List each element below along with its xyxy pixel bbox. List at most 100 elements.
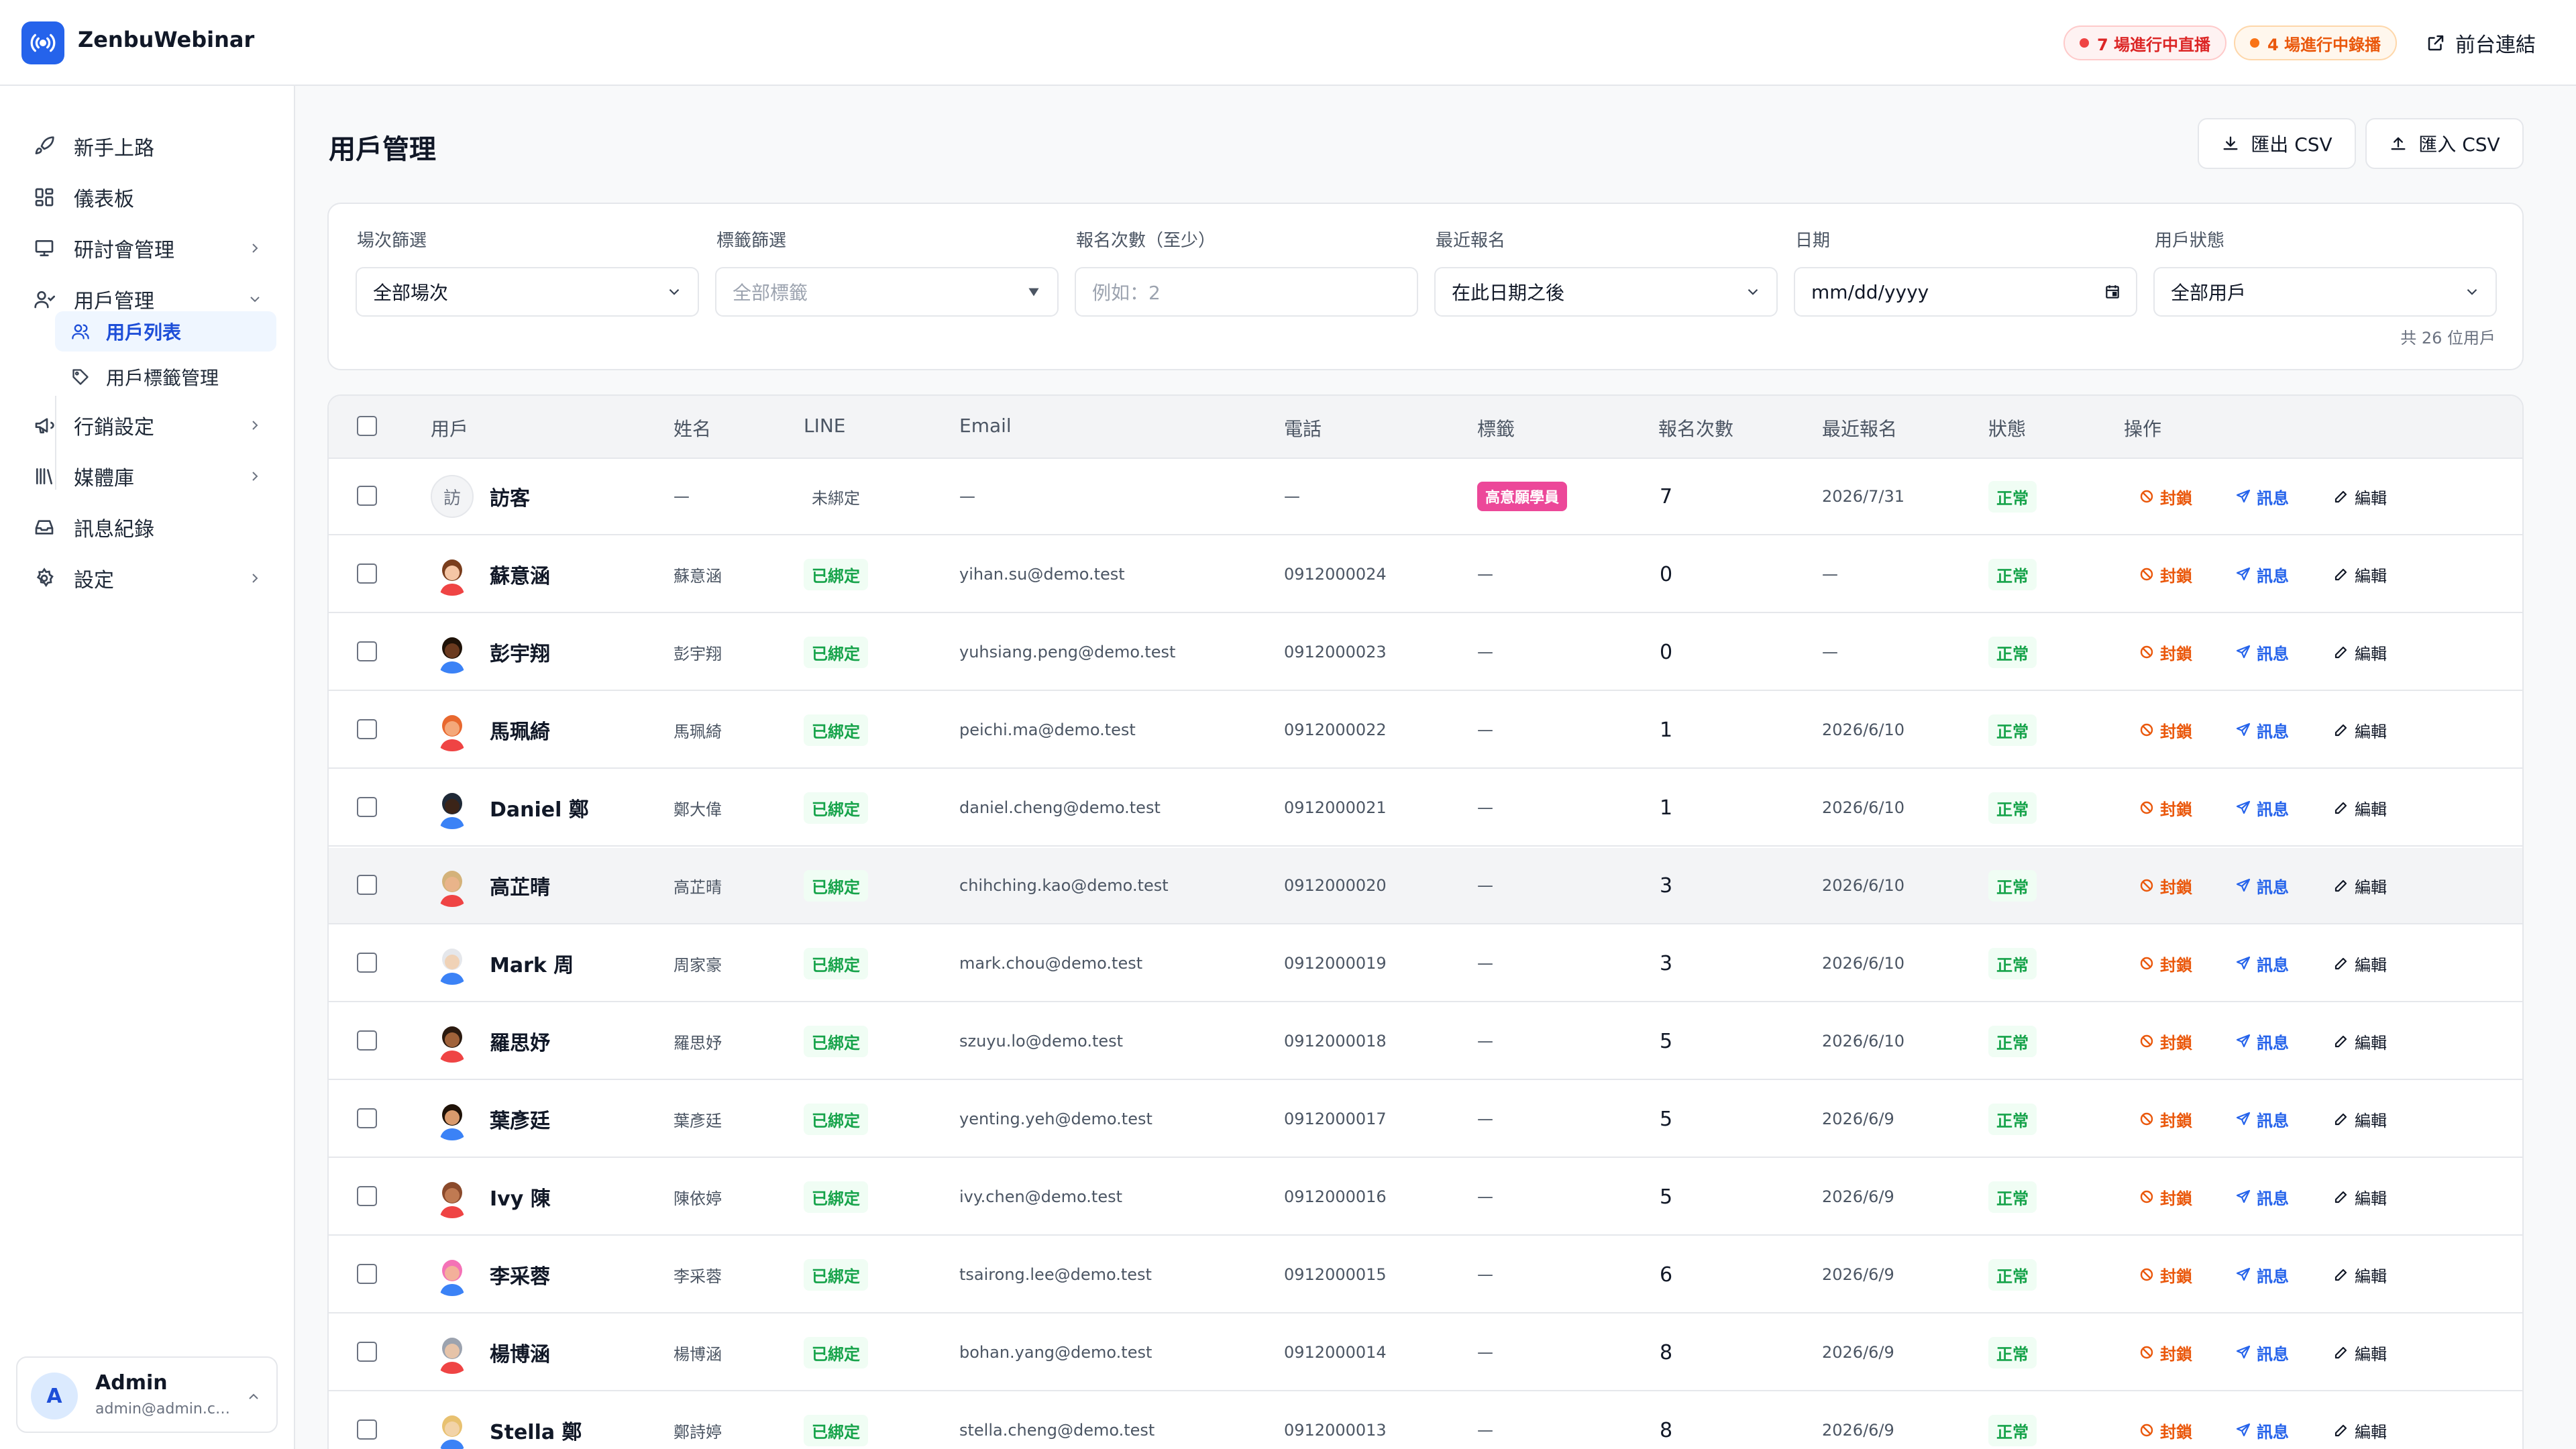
edit-button[interactable]: 編輯 [2333,926,2387,1001]
block-button[interactable]: 封鎖 [2139,1315,2192,1390]
row-checkbox[interactable] [357,486,377,506]
date-filter-input[interactable]: mm/dd/yyyy [1794,267,2137,317]
edit-button[interactable]: 編輯 [2333,537,2387,612]
front-site-link[interactable]: 前台連結 [2426,28,2536,58]
live-status-badge[interactable]: 7 場進行中直播 [2063,25,2227,60]
table-row[interactable]: 彭宇翔 彭宇翔 已綁定 yuhsiang.peng@demo.test 09120000… [329,614,2522,691]
edit-button[interactable]: 編輯 [2333,1315,2387,1390]
message-button[interactable]: 訊息 [2235,1393,2289,1449]
table-row[interactable]: 楊博涵 楊博涵 已綁定 bohan.yang@demo.test 0912000014 —… [329,1315,2522,1391]
recent-filter-select[interactable]: 在此日期之後 [1434,267,1778,317]
sidebar-item-webinars[interactable]: 研討會管理 [32,228,274,268]
row-checkbox[interactable] [357,1419,377,1440]
sidebar-item-dashboard[interactable]: 儀表板 [32,177,274,217]
row-checkbox[interactable] [357,1342,377,1362]
edit-button[interactable]: 編輯 [2333,692,2387,767]
message-button[interactable]: 訊息 [2235,692,2289,767]
app-name[interactable]: ZenbuWebinar [78,27,254,52]
sidebar-item-settings[interactable]: 設定 [32,558,274,598]
message-button[interactable]: 訊息 [2235,926,2289,1001]
user-display-name[interactable]: 楊博涵 [490,1315,550,1390]
count-filter-input[interactable]: 例如：2 [1075,267,1418,317]
edit-button[interactable]: 編輯 [2333,848,2387,923]
table-row[interactable]: Daniel 鄭 鄭大偉 已綁定 daniel.cheng@demo.test 0912… [329,770,2522,847]
block-button[interactable]: 封鎖 [2139,1081,2192,1157]
block-button[interactable]: 封鎖 [2139,1159,2192,1234]
row-checkbox[interactable] [357,641,377,661]
table-row[interactable]: 李采蓉 李采蓉 已綁定 tsairong.lee@demo.test 091200001… [329,1237,2522,1313]
sidebar-item-onboarding[interactable]: 新手上路 [32,126,274,166]
row-checkbox[interactable] [357,1030,377,1051]
table-row[interactable]: Ivy 陳 陳依婷 已綁定 ivy.chen@demo.test 0912000016 —… [329,1159,2522,1236]
user-display-name[interactable]: Stella 鄭 [490,1393,582,1449]
block-button[interactable]: 封鎖 [2139,459,2192,534]
sidebar-subitem-user-tags[interactable]: 用戶標籤管理 [55,357,276,397]
row-checkbox[interactable] [357,875,377,895]
user-display-name[interactable]: 羅思妤 [490,1004,550,1079]
user-display-name[interactable]: 彭宇翔 [490,614,550,690]
row-checkbox[interactable] [357,797,377,817]
table-row[interactable]: Mark 周 周家豪 已綁定 mark.chou@demo.test 091200001… [329,926,2522,1002]
sidebar-item-marketing[interactable]: 行銷設定 [32,405,274,445]
user-display-name[interactable]: 李采蓉 [490,1237,550,1312]
sidebar-subitem-user-list[interactable]: 用戶列表 [55,311,276,352]
account-menu[interactable]: A Admin admin@admin.co... [16,1356,278,1433]
row-checkbox[interactable] [357,719,377,739]
edit-button[interactable]: 編輯 [2333,1004,2387,1079]
table-row[interactable]: 高芷晴 高芷晴 已綁定 chihching.kao@demo.test 09120000… [329,848,2522,924]
block-button[interactable]: 封鎖 [2139,1393,2192,1449]
block-button[interactable]: 封鎖 [2139,537,2192,612]
user-display-name[interactable]: 訪客 [490,459,530,534]
user-display-name[interactable]: Mark 周 [490,926,574,1001]
row-checkbox[interactable] [357,953,377,973]
row-checkbox[interactable] [357,564,377,584]
block-button[interactable]: 封鎖 [2139,1004,2192,1079]
table-row[interactable]: Stella 鄭鄭詩婷 已綁定 stella.cheng@demo.test 0912… [329,1393,2522,1449]
table-row[interactable]: 羅思妤 羅思妤 已綁定 szuyu.lo@demo.test 0912000018 — 5 2… [329,1004,2522,1080]
edit-button[interactable]: 編輯 [2333,614,2387,690]
message-button[interactable]: 訊息 [2235,614,2289,690]
edit-button[interactable]: 編輯 [2333,1237,2387,1312]
row-checkbox[interactable] [357,1264,377,1284]
table-row[interactable]: 蘇意涵 蘇意涵 已綁定 yihan.su@demo.test 0912000024 — 0 —… [329,537,2522,613]
block-button[interactable]: 封鎖 [2139,692,2192,767]
block-button[interactable]: 封鎖 [2139,614,2192,690]
edit-button[interactable]: 編輯 [2333,1081,2387,1157]
user-display-name[interactable]: 葉彥廷 [490,1081,550,1157]
user-display-name[interactable]: 高芷晴 [490,848,550,923]
user-display-name[interactable]: 蘇意涵 [490,537,550,612]
message-button[interactable]: 訊息 [2235,1237,2289,1312]
table-row[interactable]: 馬珮綺 馬珮綺 已綁定 peichi.ma@demo.test 0912000022 — 1… [329,692,2522,769]
block-button[interactable]: 封鎖 [2139,770,2192,845]
tag-filter-select[interactable]: 全部標籤 [715,267,1059,317]
block-button[interactable]: 封鎖 [2139,848,2192,923]
message-button[interactable]: 訊息 [2235,770,2289,845]
block-button[interactable]: 封鎖 [2139,926,2192,1001]
edit-button[interactable]: 編輯 [2333,1393,2387,1449]
message-button[interactable]: 訊息 [2235,1159,2289,1234]
session-filter-select[interactable]: 全部場次 [356,267,699,317]
sidebar-item-message-log[interactable]: 訊息紀錄 [32,507,274,547]
replay-status-badge[interactable]: 4 場進行中錄播 [2234,25,2398,60]
edit-button[interactable]: 編輯 [2333,459,2387,534]
message-button[interactable]: 訊息 [2235,1315,2289,1390]
calendar-icon[interactable] [2104,283,2121,301]
message-button[interactable]: 訊息 [2235,459,2289,534]
user-display-name[interactable]: 馬珮綺 [490,692,550,767]
select-all-checkbox[interactable] [357,416,377,436]
status-filter-select[interactable]: 全部用戶 [2153,267,2497,317]
row-checkbox[interactable] [357,1186,377,1206]
table-row[interactable]: 訪訪客 — 未綁定 — — 高意願學員 7 2026/7/31 正常 封鎖 訊息 編輯 [329,459,2522,535]
block-button[interactable]: 封鎖 [2139,1237,2192,1312]
message-button[interactable]: 訊息 [2235,1081,2289,1157]
message-button[interactable]: 訊息 [2235,1004,2289,1079]
row-checkbox[interactable] [357,1108,377,1128]
message-button[interactable]: 訊息 [2235,848,2289,923]
broadcast-icon[interactable] [21,21,64,64]
sidebar-item-media-library[interactable]: 媒體庫 [32,456,274,496]
message-button[interactable]: 訊息 [2235,537,2289,612]
edit-button[interactable]: 編輯 [2333,1159,2387,1234]
user-display-name[interactable]: Ivy 陳 [490,1159,551,1234]
table-row[interactable]: 葉彥廷 葉彥廷 已綁定 yenting.yeh@demo.test 0912000017… [329,1081,2522,1158]
user-display-name[interactable]: Daniel 鄭 [490,770,589,845]
